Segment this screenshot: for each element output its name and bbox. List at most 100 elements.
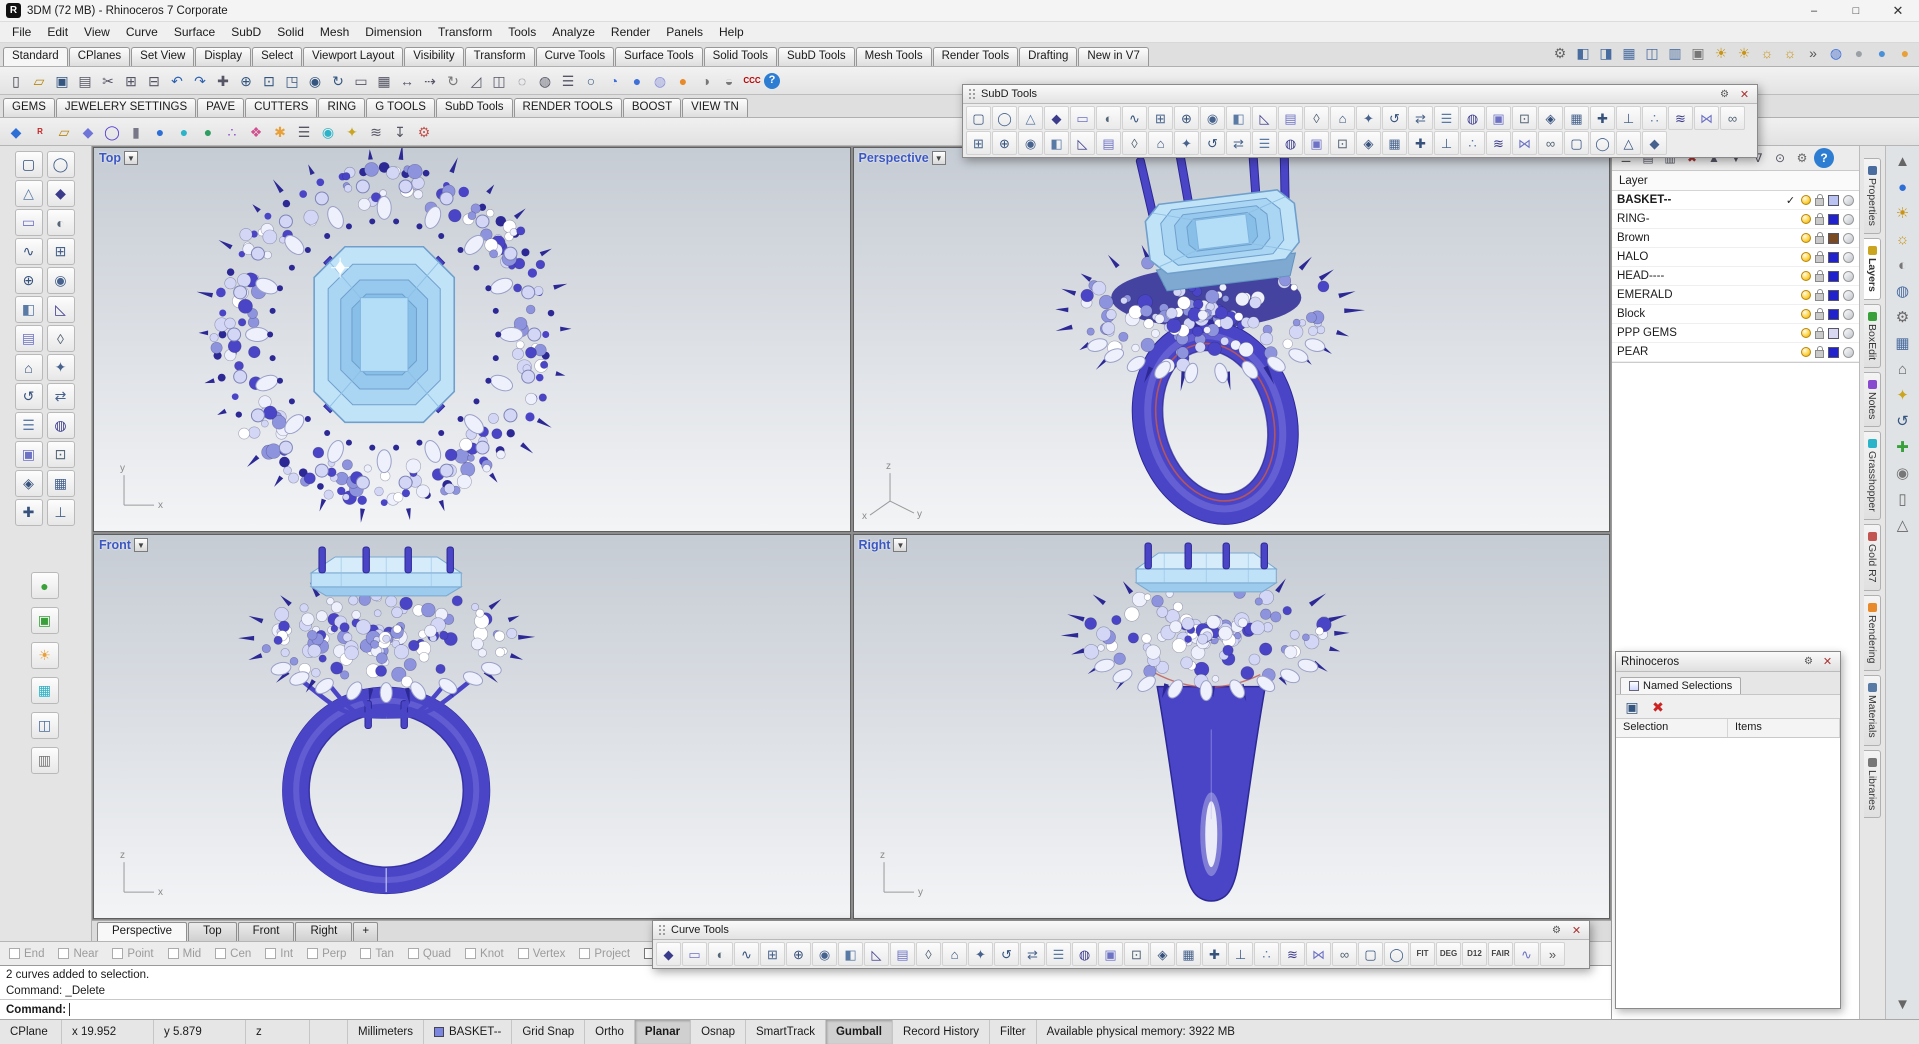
- layer-material-icon[interactable]: [1843, 232, 1854, 244]
- layer-material-icon[interactable]: [1843, 213, 1854, 225]
- subd-offset-icon[interactable]: ✦: [1356, 106, 1381, 130]
- circle-tool-icon[interactable]: ⊞: [46, 238, 75, 265]
- lamp-four-icon[interactable]: ☼: [1779, 42, 1801, 64]
- side-tab-rendering[interactable]: Rendering: [1864, 594, 1881, 672]
- layer-tools-icon[interactable]: ☰: [557, 70, 579, 92]
- layer-color-chip[interactable]: [1828, 213, 1839, 225]
- viewport-title[interactable]: Right ▼: [859, 538, 908, 552]
- menu-view[interactable]: View: [76, 23, 118, 41]
- display-wireframe-icon[interactable]: ○: [580, 70, 602, 92]
- checkbox-icon[interactable]: [407, 948, 419, 959]
- tab-named-selections[interactable]: Named Selections: [1620, 677, 1742, 694]
- command-prompt[interactable]: Command:: [0, 999, 1611, 1019]
- gem-blue-ball-icon[interactable]: ●: [149, 121, 171, 143]
- material-ball-icon[interactable]: ◐: [1891, 253, 1915, 277]
- subd-crease-icon[interactable]: ◍: [1460, 106, 1485, 130]
- checkbox-icon[interactable]: [167, 948, 179, 959]
- subd-merge-icon[interactable]: ≋: [1668, 106, 1693, 130]
- ground-plane-icon[interactable]: ▣: [30, 607, 59, 634]
- subd-align-icon[interactable]: ∞: [1720, 106, 1745, 130]
- layer-visibility-bulb-icon[interactable]: [1801, 328, 1811, 338]
- overflow-chevron-icon[interactable]: »: [1540, 942, 1565, 966]
- viewport-tab-perspective[interactable]: Perspective: [97, 922, 188, 941]
- subd-ellipsoid-icon[interactable]: ▭: [1070, 106, 1095, 130]
- ball-orange-icon[interactable]: ●: [1894, 42, 1916, 64]
- status-gumball[interactable]: Gumball: [825, 1020, 893, 1044]
- side-tab-grasshopper[interactable]: Grasshopper: [1864, 431, 1881, 521]
- status-cplane[interactable]: CPlane: [0, 1020, 62, 1044]
- jewelry-tab-subd-tools[interactable]: SubD Tools: [435, 98, 513, 117]
- lamp-two-icon[interactable]: ☀: [1733, 42, 1755, 64]
- panel-help-icon[interactable]: ?: [1814, 148, 1834, 168]
- jewelry-tab-g-tools[interactable]: G TOOLS: [366, 98, 435, 117]
- checkbox-icon[interactable]: [307, 948, 319, 959]
- line-icon[interactable]: ◆: [656, 942, 681, 966]
- sun-toggle-icon[interactable]: ☀: [30, 642, 59, 669]
- zoom-window-icon[interactable]: ⊡: [258, 70, 280, 92]
- curve-tool-icon[interactable]: ∿: [14, 238, 43, 265]
- toolbar-tab-display[interactable]: Display: [195, 47, 252, 66]
- subd-flat-shade-icon[interactable]: ✦: [1174, 131, 1199, 155]
- subd-bridge-icon[interactable]: ⇄: [1408, 106, 1433, 130]
- fillet-curve-icon[interactable]: ☰: [1046, 942, 1071, 966]
- ellipse-tool-icon[interactable]: ◉: [46, 267, 75, 294]
- grid-cube-icon[interactable]: ▦: [1891, 331, 1915, 355]
- surface-tool-icon[interactable]: ▤: [14, 325, 43, 352]
- side-tab-gold-r7[interactable]: Gold R7: [1864, 524, 1881, 591]
- jewelry-tab-jewelery-settings[interactable]: JEWELERY SETTINGS: [55, 98, 197, 117]
- panel-toggle-icon[interactable]: ▥: [1664, 42, 1686, 64]
- toolbar-tab-transform[interactable]: Transform: [464, 47, 535, 66]
- palette-close-icon[interactable]: ✕: [1737, 87, 1752, 102]
- star-icon[interactable]: ✦: [341, 121, 363, 143]
- layer-row-ring[interactable]: RING-: [1612, 210, 1859, 229]
- status-ortho[interactable]: Ortho: [585, 1020, 635, 1044]
- subd-fill-hole-icon[interactable]: ⊕: [992, 131, 1017, 155]
- status-y-5-879[interactable]: y 5.879: [154, 1020, 246, 1044]
- distance-icon[interactable]: ↔: [396, 70, 418, 92]
- d12-text-icon[interactable]: D12: [1462, 942, 1487, 966]
- save-file-icon[interactable]: ▣: [51, 70, 73, 92]
- move-icon[interactable]: ⇢: [419, 70, 441, 92]
- toolbar-tab-subd-tools[interactable]: SubD Tools: [778, 47, 855, 66]
- layer-row-ppp-gems[interactable]: PPP GEMS: [1612, 324, 1859, 343]
- raytraced-ball-icon[interactable]: ●: [1891, 175, 1915, 199]
- gear-icon[interactable]: ⚙: [1891, 305, 1915, 329]
- toolbar-tab-drafting[interactable]: Drafting: [1019, 47, 1078, 66]
- layer-row-head[interactable]: HEAD----: [1612, 267, 1859, 286]
- display-ghosted-icon[interactable]: ◍: [649, 70, 671, 92]
- beachball-icon[interactable]: ❖: [245, 121, 267, 143]
- jewelry-tab-boost[interactable]: BOOST: [622, 98, 682, 117]
- layer-lock-icon[interactable]: [1815, 231, 1824, 244]
- subd-mirror-icon[interactable]: ∞: [1538, 131, 1563, 155]
- viewport-layout-single-icon[interactable]: ◧: [1572, 42, 1594, 64]
- viewport-layout-split-icon[interactable]: ◨: [1595, 42, 1617, 64]
- gem-drop-icon[interactable]: ◆: [5, 121, 27, 143]
- fit-text-icon[interactable]: FIT: [1410, 942, 1435, 966]
- subd-bevel-icon[interactable]: ▣: [1486, 106, 1511, 130]
- magnet-icon[interactable]: ◉: [317, 121, 339, 143]
- open-file-icon[interactable]: ▱: [28, 70, 50, 92]
- maximize-button[interactable]: □: [1835, 0, 1877, 21]
- panel-close-icon[interactable]: ✕: [1820, 654, 1835, 669]
- minimize-button[interactable]: –: [1793, 0, 1835, 21]
- palette-gear-icon[interactable]: ⚙: [1717, 87, 1732, 102]
- status-smarttrack[interactable]: SmartTrack: [746, 1020, 826, 1044]
- layer-visibility-bulb-icon[interactable]: [1801, 252, 1811, 262]
- layer-tools-gear-icon[interactable]: ⚙: [1792, 148, 1812, 168]
- layer-visibility-bulb-icon[interactable]: [1801, 309, 1811, 319]
- pave-dots-icon[interactable]: ∴: [221, 121, 243, 143]
- subd-delete-face-icon[interactable]: ◉: [1018, 131, 1043, 155]
- osnap-near[interactable]: Near: [58, 948, 98, 960]
- viewport-tab-front[interactable]: Front: [237, 922, 295, 941]
- display-pen-icon[interactable]: ◒: [718, 70, 740, 92]
- subd-project-icon[interactable]: ✚: [1408, 131, 1433, 155]
- more-chevron-icon[interactable]: »: [1802, 42, 1824, 64]
- layer-visibility-bulb-icon[interactable]: [1801, 195, 1811, 205]
- subd-thicken-icon[interactable]: ↺: [1382, 106, 1407, 130]
- osnap-int[interactable]: Int: [265, 948, 293, 960]
- simplify-curve-icon[interactable]: ⋈: [1306, 942, 1331, 966]
- subd-multipipe-icon[interactable]: ◊: [1304, 106, 1329, 130]
- subd-weld-icon[interactable]: ◺: [1070, 131, 1095, 155]
- layer-color-chip[interactable]: [1828, 289, 1839, 301]
- line-tool-icon[interactable]: ◐: [46, 209, 75, 236]
